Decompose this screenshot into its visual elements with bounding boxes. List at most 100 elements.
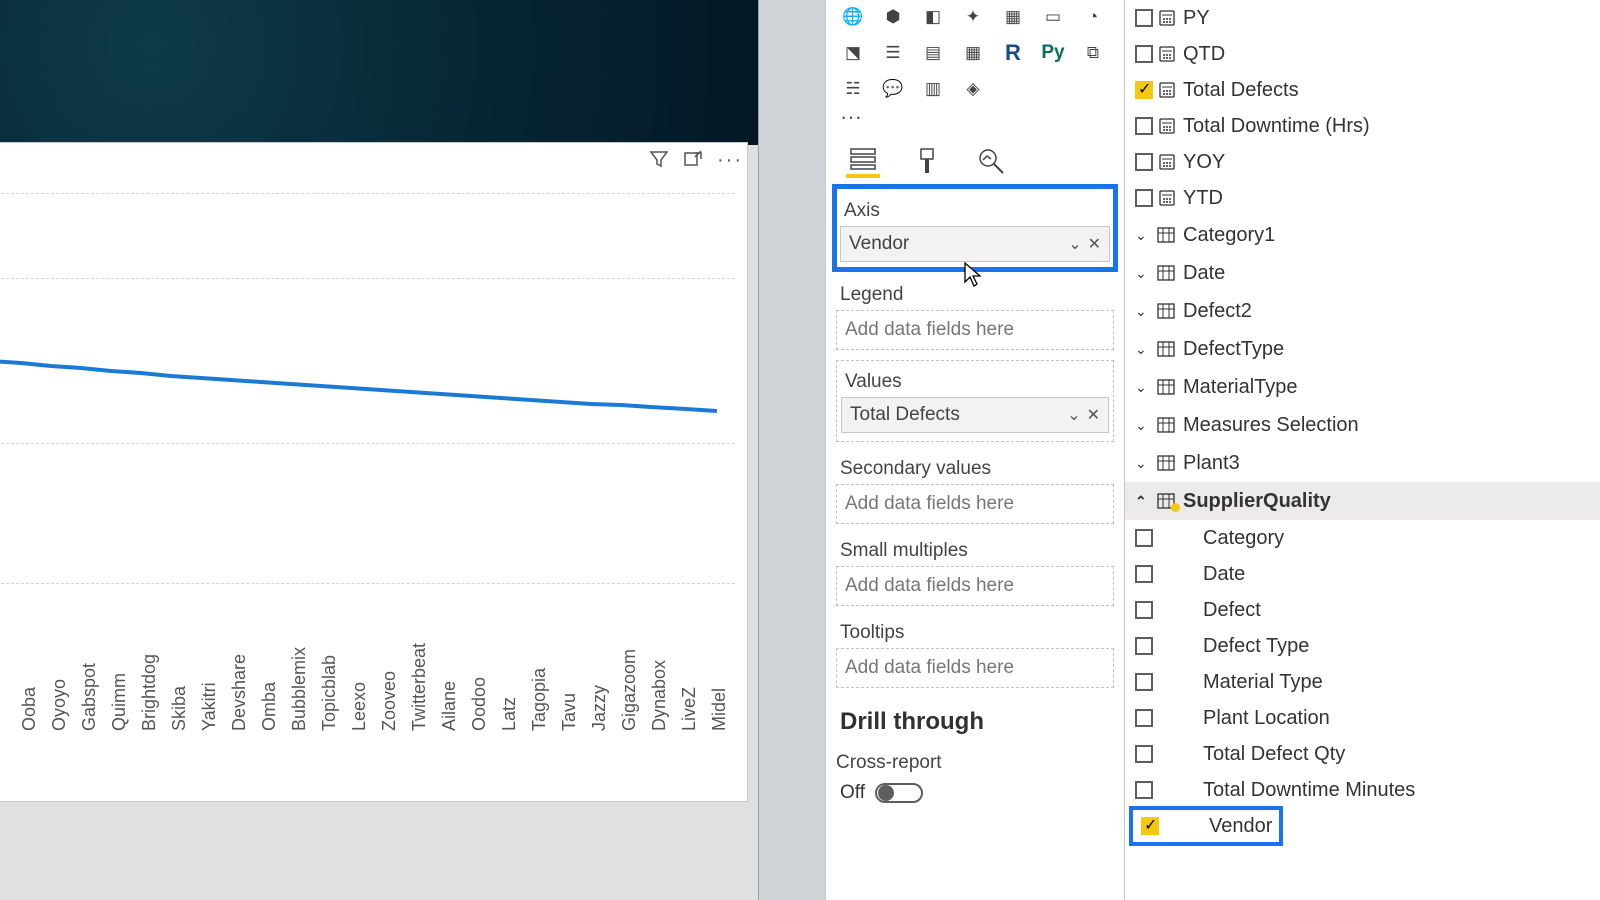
viz-icon-globe[interactable]: 🌐 [836, 2, 870, 32]
checkbox[interactable] [1135, 81, 1153, 99]
checkbox[interactable] [1135, 45, 1153, 63]
field-item[interactable]: YTD [1125, 180, 1600, 216]
more-options-icon[interactable]: ··· [717, 149, 743, 172]
field-item[interactable]: Total Downtime Minutes [1125, 772, 1600, 808]
field-item[interactable]: Total Defects [1125, 72, 1600, 108]
chevron-down-icon[interactable]: ⌄ [1135, 265, 1151, 282]
chevron-down-icon[interactable]: ⌄ [1135, 341, 1151, 358]
chevron-down-icon[interactable]: ⌄ [1135, 417, 1151, 434]
table-item[interactable]: ⌄Category1 [1125, 216, 1600, 254]
viz-icon-r-script[interactable]: R [996, 38, 1030, 68]
viz-icon-paginated[interactable]: ▥ [916, 74, 950, 104]
field-item[interactable]: Total Downtime (Hrs) [1125, 108, 1600, 144]
calculator-icon [1159, 190, 1177, 206]
table-item[interactable]: ⌄DefectType [1125, 330, 1600, 368]
field-well-tooltips[interactable]: Tooltips Add data fields here [836, 616, 1114, 688]
checkbox[interactable] [1135, 601, 1153, 619]
viz-icon-filled-map[interactable]: ⬢ [876, 2, 910, 32]
checkbox[interactable] [1135, 781, 1153, 799]
checkbox[interactable] [1135, 565, 1153, 583]
field-item[interactable]: Category [1125, 520, 1600, 556]
field-item[interactable]: YOY [1125, 144, 1600, 180]
chevron-down-icon[interactable]: ⌄ [1067, 405, 1080, 425]
checkbox[interactable] [1135, 673, 1153, 691]
viz-icon-table[interactable]: ▤ [916, 38, 950, 68]
field-item[interactable]: Defect Type [1125, 628, 1600, 664]
field-item-vendor[interactable]: Vendor [1131, 808, 1281, 844]
table-item[interactable]: ⌄MaterialType [1125, 368, 1600, 406]
chevron-down-icon[interactable]: ⌄ [1135, 455, 1151, 472]
field-item[interactable]: PY [1125, 0, 1600, 36]
checkbox[interactable] [1135, 153, 1153, 171]
field-label: Material Type [1203, 671, 1323, 694]
viz-gallery-more[interactable]: ··· [836, 104, 1114, 134]
checkbox[interactable] [1135, 189, 1153, 207]
viz-icon-shape-map[interactable]: ◧ [916, 2, 950, 32]
chevron-down-icon[interactable]: ⌄ [1135, 379, 1151, 396]
viz-icon-qa[interactable]: 💬 [876, 74, 910, 104]
visualizations-pane: 🌐 ⬢ ◧ ✦ ▦ ▭ ◔ ⬔ ☰ ▤ ▦ R Py ⧉ ☵ 💬 ▥ ◈ ···… [825, 0, 1125, 900]
viz-icon-matrix[interactable]: ▦ [996, 2, 1030, 32]
field-item[interactable]: QTD [1125, 36, 1600, 72]
viz-icon-decomp-tree[interactable]: ☵ [836, 74, 870, 104]
chevron-down-icon[interactable]: ⌄ [1135, 227, 1151, 244]
checkbox[interactable] [1135, 529, 1153, 547]
chevron-up-icon[interactable]: ⌃ [1135, 493, 1151, 510]
table-item[interactable]: ⌄Measures Selection [1125, 406, 1600, 444]
field-well-values[interactable]: Values Total Defects ⌄ ✕ [836, 360, 1114, 442]
values-field-pill[interactable]: Total Defects ⌄ ✕ [841, 397, 1109, 433]
remove-field-icon[interactable]: ✕ [1087, 405, 1100, 425]
x-tick-label: Jazzy [589, 685, 610, 731]
focus-mode-icon[interactable] [683, 149, 703, 172]
viz-icon-azure-map[interactable]: ✦ [956, 2, 990, 32]
well-label-legend: Legend [840, 284, 1114, 306]
viz-icon-get-more[interactable]: ◈ [956, 74, 990, 104]
field-item[interactable]: Plant Location [1125, 700, 1600, 736]
tab-format-icon[interactable] [910, 144, 944, 178]
viz-icon-card[interactable]: ▭ [1036, 2, 1070, 32]
well-label-axis: Axis [844, 200, 1110, 222]
viz-icon-kpi[interactable]: ⬔ [836, 38, 870, 68]
x-tick-label: Tavu [559, 693, 580, 731]
filter-icon[interactable] [649, 149, 669, 172]
tab-analytics-icon[interactable] [974, 144, 1008, 178]
secondary-drop-area[interactable]: Add data fields here [836, 484, 1114, 524]
chevron-down-icon[interactable]: ⌄ [1068, 234, 1081, 254]
line-chart-visual[interactable]: ··· OobaOyoyoGabspotQuimmBrightdogSkibaY… [0, 142, 748, 802]
chevron-down-icon[interactable]: ⌄ [1135, 303, 1151, 320]
table-item[interactable]: ⌄Date [1125, 254, 1600, 292]
tooltips-drop-area[interactable]: Add data fields here [836, 648, 1114, 688]
remove-field-icon[interactable]: ✕ [1088, 234, 1101, 254]
checkbox[interactable] [1141, 817, 1159, 835]
viz-icon-key-influencers[interactable]: ⧉ [1076, 38, 1110, 68]
table-item[interactable]: ⌄Plant3 [1125, 444, 1600, 482]
field-well-legend[interactable]: Legend Add data fields here [836, 278, 1114, 350]
smallmult-drop-area[interactable]: Add data fields here [836, 566, 1114, 606]
field-well-small-multiples[interactable]: Small multiples Add data fields here [836, 534, 1114, 606]
table-item-supplierquality[interactable]: ⌃SupplierQuality [1125, 482, 1600, 520]
viz-icon-slicer[interactable]: ☰ [876, 38, 910, 68]
field-item[interactable]: Defect [1125, 592, 1600, 628]
checkbox[interactable] [1135, 745, 1153, 763]
field-item[interactable]: Material Type [1125, 664, 1600, 700]
checkbox[interactable] [1135, 117, 1153, 135]
field-label: YOY [1183, 151, 1225, 174]
checkbox[interactable] [1135, 637, 1153, 655]
field-item[interactable]: Date [1125, 556, 1600, 592]
viz-icon-gauge[interactable]: ◔ [1076, 2, 1110, 32]
tab-fields-icon[interactable] [846, 144, 880, 178]
table-icon [1157, 455, 1177, 471]
viz-icon-matrix2[interactable]: ▦ [956, 38, 990, 68]
field-well-secondary[interactable]: Secondary values Add data fields here [836, 452, 1114, 524]
cross-report-toggle[interactable] [875, 783, 923, 803]
legend-drop-area[interactable]: Add data fields here [836, 310, 1114, 350]
field-label: PY [1183, 7, 1210, 30]
field-item[interactable]: Total Defect Qty [1125, 736, 1600, 772]
viz-icon-python[interactable]: Py [1036, 38, 1070, 68]
field-label: Date [1203, 563, 1245, 586]
axis-field-pill[interactable]: Vendor ⌄ ✕ [840, 226, 1110, 262]
field-well-axis[interactable]: Axis Vendor ⌄ ✕ [836, 188, 1114, 268]
table-item[interactable]: ⌄Defect2 [1125, 292, 1600, 330]
checkbox[interactable] [1135, 9, 1153, 27]
checkbox[interactable] [1135, 709, 1153, 727]
